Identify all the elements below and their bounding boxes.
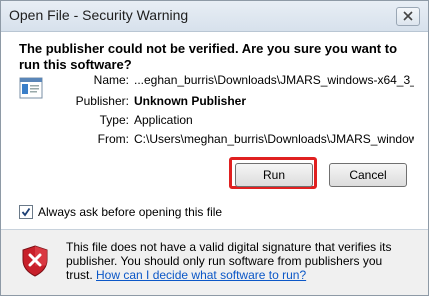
always-ask-row[interactable]: Always ask before opening this file [19, 205, 222, 219]
warning-panel: This file does not have a valid digital … [1, 230, 428, 295]
from-value: C:\Users\meghan_burris\Downloads\JMARS_w… [134, 132, 414, 146]
publisher-value: Unknown Publisher [134, 94, 247, 108]
type-label: Type: [99, 113, 129, 127]
title-bar: Open File - Security Warning [1, 1, 428, 32]
publisher-label: Publisher: [75, 94, 129, 108]
application-icon [19, 76, 43, 100]
warning-message: This file does not have a valid digital … [66, 240, 411, 282]
name-value: ...eghan_burris\Downloads\JMARS_windows-… [134, 73, 414, 87]
always-ask-checkbox[interactable] [19, 205, 33, 219]
name-label: Name: [93, 73, 129, 87]
from-label: From: [97, 132, 129, 146]
shield-error-icon [21, 245, 49, 277]
headline: The publisher could not be verified. Are… [19, 41, 398, 72]
run-button[interactable]: Run [235, 163, 313, 187]
type-value: Application [134, 113, 193, 127]
always-ask-label: Always ask before opening this file [38, 205, 223, 219]
help-link[interactable]: How can I decide what software to run? [96, 268, 306, 282]
window-title: Open File - Security Warning [9, 7, 189, 23]
close-button[interactable] [396, 7, 420, 26]
security-warning-dialog: Open File - Security Warning The publish… [0, 0, 429, 296]
cancel-button[interactable]: Cancel [329, 163, 407, 187]
close-icon [403, 8, 413, 26]
